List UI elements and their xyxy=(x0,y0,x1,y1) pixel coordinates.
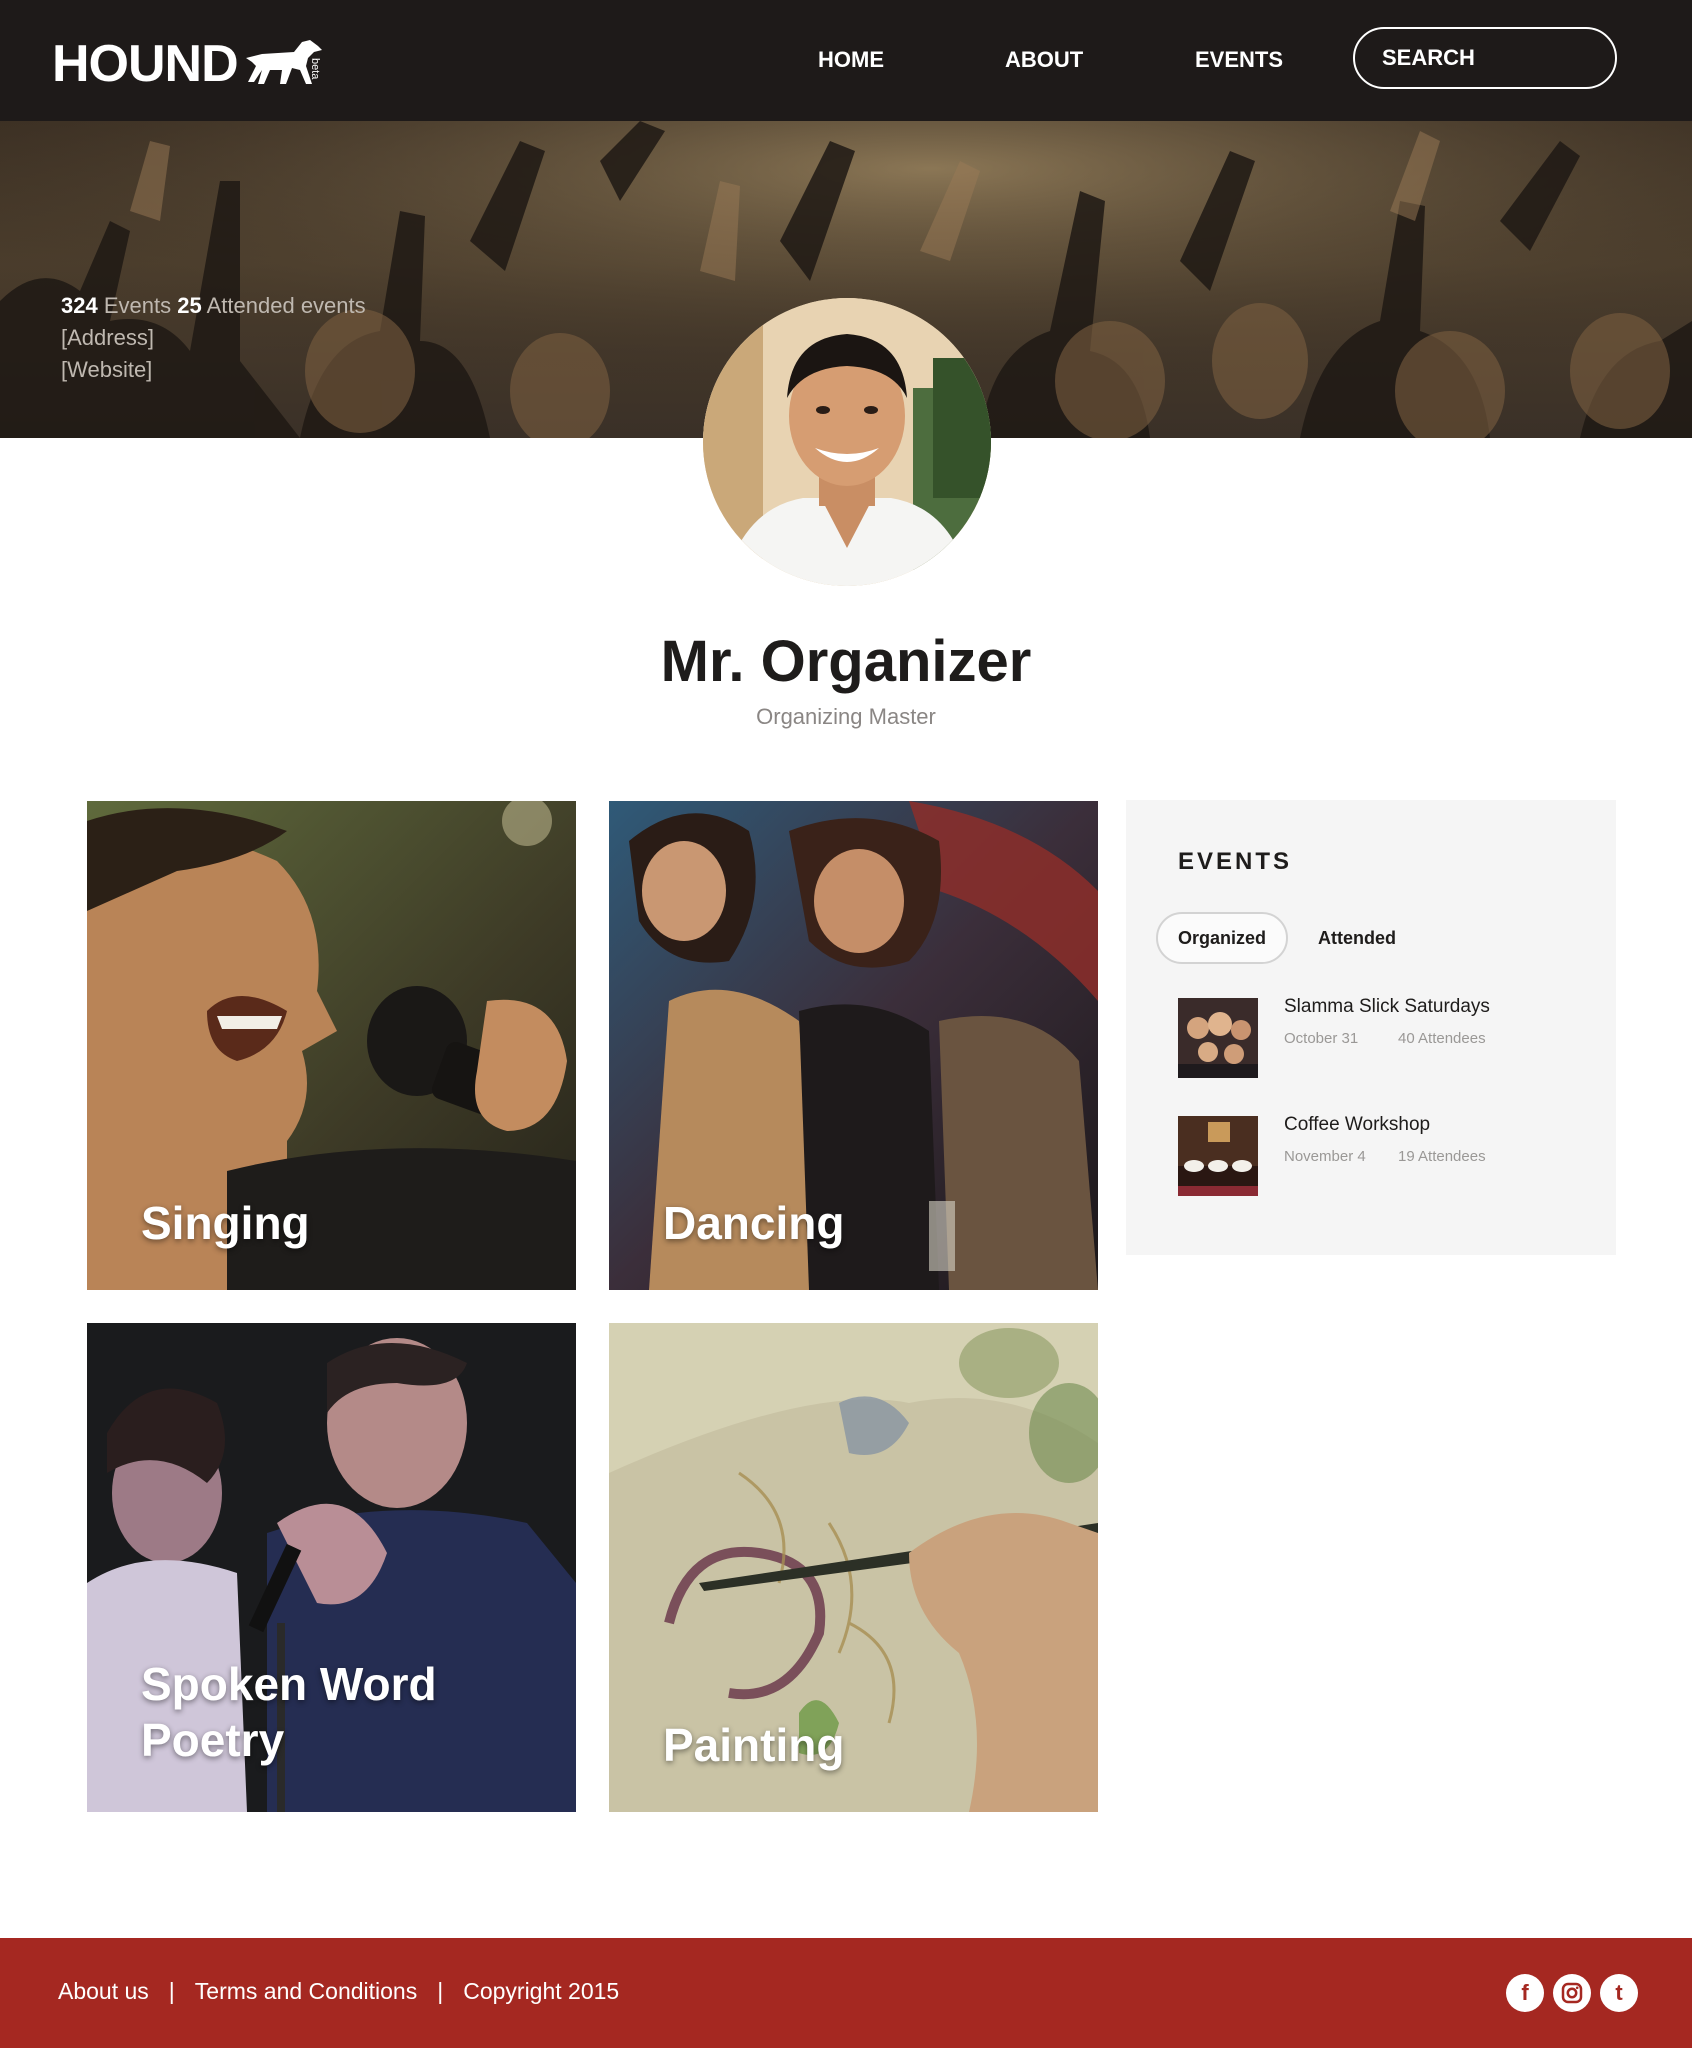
profile-role: Organizing Master xyxy=(756,704,936,729)
tab-attended[interactable]: Attended xyxy=(1302,912,1412,964)
twitter-glyph: t xyxy=(1615,1980,1623,2005)
search-label: SEARCH xyxy=(1382,45,1475,70)
twitter-icon[interactable]: t xyxy=(1600,1974,1638,2012)
top-navigation-bar: HOUND beta HOME ABOUT EVENTS SEARCH xyxy=(0,0,1692,121)
instagram-icon[interactable] xyxy=(1553,1974,1591,2012)
event-title: Coffee Workshop xyxy=(1284,1114,1431,1135)
stats-line: 324 Events 25 Attended events xyxy=(61,290,366,322)
category-label-dancing: Dancing xyxy=(663,1197,845,1249)
attended-label: Attended events xyxy=(206,293,366,318)
footer: About us | Terms and Conditions | Copyri… xyxy=(0,1938,1692,2048)
footer-link-about-us[interactable]: About us xyxy=(58,1978,149,2005)
beta-badge: beta xyxy=(309,58,321,80)
search-input[interactable]: SEARCH xyxy=(1353,27,1617,89)
facebook-glyph: f xyxy=(1521,1980,1529,2005)
tab-organized[interactable]: Organized xyxy=(1156,912,1288,964)
nav-home[interactable]: HOME xyxy=(818,46,884,74)
events-count: 324 xyxy=(61,293,98,318)
nav-about[interactable]: ABOUT xyxy=(1005,46,1083,74)
address-text: [Address] xyxy=(61,325,154,350)
attended-count: 25 xyxy=(177,293,202,318)
event-attendees: 19 Attendees xyxy=(1398,1148,1486,1165)
events-panel: EVENTS Organized Attended Slamma Slick S… xyxy=(1126,800,1616,1255)
category-tile-painting[interactable]: Painting xyxy=(609,1323,1098,1812)
facebook-icon[interactable]: f xyxy=(1506,1974,1544,2012)
footer-link-terms[interactable]: Terms and Conditions xyxy=(195,1978,417,2005)
category-tile-dancing[interactable]: Dancing xyxy=(609,801,1098,1290)
event-list-item[interactable]: Slamma Slick Saturdays October 31 40 Att… xyxy=(1178,996,1598,1080)
logo[interactable]: HOUND xyxy=(52,36,324,92)
event-date: October 31 xyxy=(1284,1030,1359,1047)
footer-copyright: Copyright 2015 xyxy=(463,1978,620,2004)
category-label-singing: Singing xyxy=(141,1197,310,1249)
category-label-spoken-word: Spoken Word xyxy=(141,1658,437,1710)
avatar-photo xyxy=(703,298,991,586)
event-title: Slamma Slick Saturdays xyxy=(1284,996,1490,1017)
profile-stats: 324 Events 25 Attended events [Address] … xyxy=(61,290,366,386)
category-label-painting: Painting xyxy=(663,1719,845,1771)
event-date: November 4 xyxy=(1284,1148,1366,1165)
footer-separator: | xyxy=(168,1978,175,2004)
profile-name: Mr. Organizer xyxy=(660,629,1032,694)
nav-events[interactable]: EVENTS xyxy=(1195,46,1283,74)
category-tile-spoken-word-poetry[interactable]: Spoken Word Poetry xyxy=(87,1323,576,1812)
event-thumbnail xyxy=(1178,998,1258,1078)
category-tile-singing[interactable]: Singing xyxy=(87,801,576,1290)
instagram-glyph xyxy=(1561,1982,1583,2004)
footer-links: About us | Terms and Conditions | Copyri… xyxy=(58,1978,619,2005)
category-label-poetry: Poetry xyxy=(141,1714,285,1766)
logo-text: HOUND xyxy=(52,35,239,93)
footer-separator: | xyxy=(437,1978,444,2004)
event-attendees: 40 Attendees xyxy=(1398,1030,1486,1047)
event-list-item[interactable]: Coffee Workshop November 4 19 Attendees xyxy=(1178,1114,1598,1198)
website-text: [Website] xyxy=(61,357,153,382)
events-label: Events xyxy=(103,293,172,318)
events-panel-title: EVENTS xyxy=(1178,848,1293,875)
event-thumbnail xyxy=(1178,1116,1258,1196)
avatar xyxy=(703,298,991,586)
